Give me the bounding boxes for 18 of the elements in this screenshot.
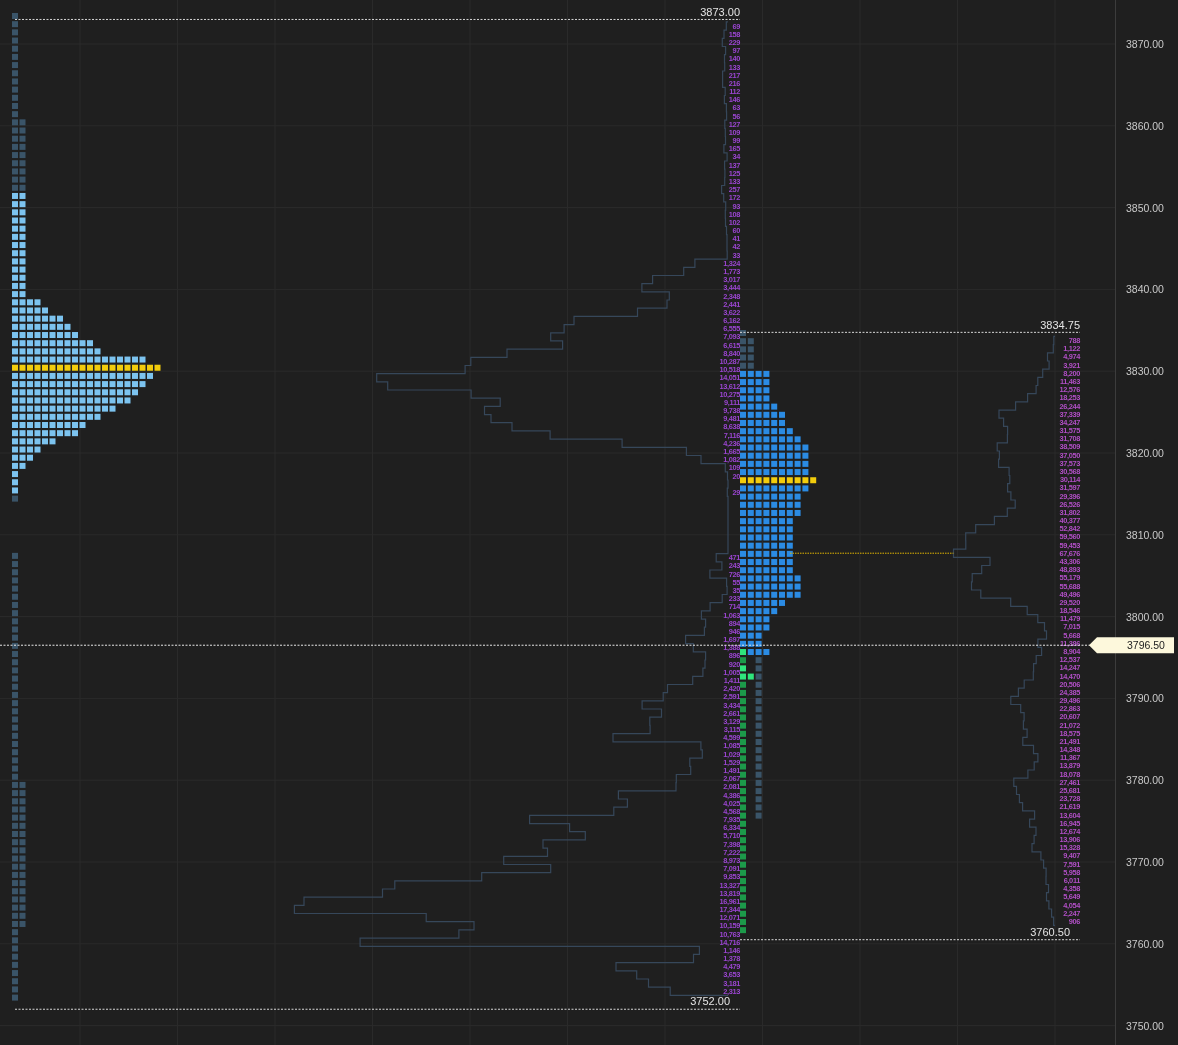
price-axis-label: 3850.00: [1126, 201, 1164, 214]
price-axis-label: 3870.00: [1126, 38, 1164, 50]
price-level-label: 3760.50: [1030, 925, 1070, 938]
price-axis-label: 3790.00: [1126, 692, 1164, 705]
price-axis-label: 3830.00: [1126, 365, 1164, 378]
price-axis-label: 3750.00: [1126, 1019, 1164, 1032]
price-level-label: 3834.75: [1040, 319, 1080, 332]
price-axis-label: 3820.00: [1126, 447, 1164, 459]
price-axis-label: 3770.00: [1126, 856, 1164, 868]
price-axis-label: 3840.00: [1126, 283, 1164, 296]
price-axis-label: 3800.00: [1126, 610, 1164, 623]
price-level-label: 3752.00: [690, 995, 730, 1008]
price-axis-label: 3860.00: [1126, 119, 1164, 132]
price-level-label: 3873.00: [700, 6, 740, 19]
current-price-tag: 3796.50: [1089, 637, 1174, 654]
price-axis-label: 3780.00: [1126, 774, 1164, 787]
price-axis-label: 3760.00: [1126, 937, 1164, 950]
price-axis-label: 3810.00: [1126, 528, 1164, 541]
